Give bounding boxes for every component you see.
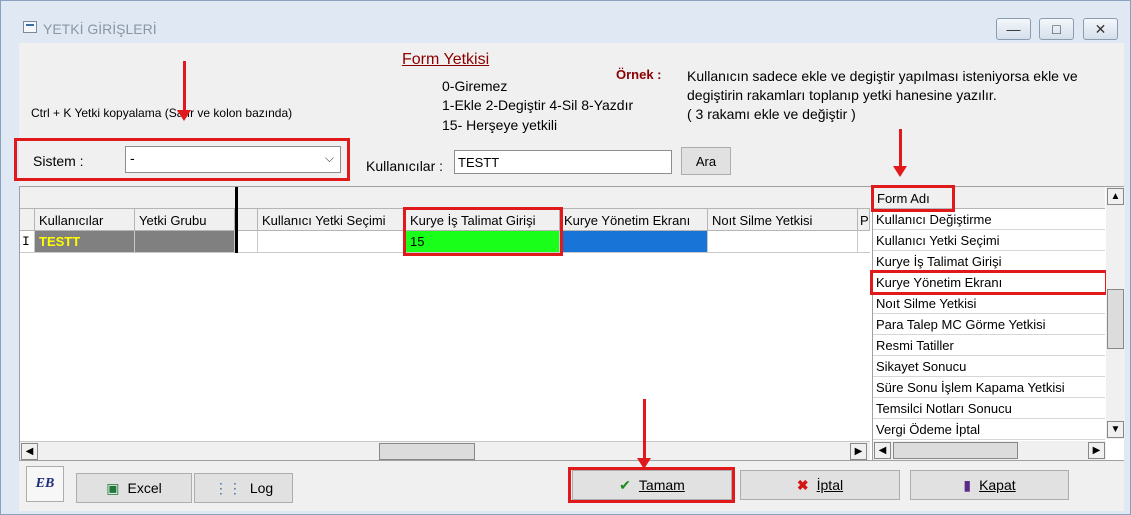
scroll-down-icon[interactable]: ▼ [1107,421,1124,438]
cancel-button[interactable]: ✖ İptal [740,470,900,500]
column-header[interactable]: P [858,209,870,231]
sistem-label: Sistem : [33,153,84,169]
app-icon [23,21,37,33]
scroll-left-icon[interactable]: ◀ [874,442,891,459]
annotation-arrow [177,61,191,121]
kullanicilar-label: Kullanıcılar : [366,158,444,174]
form-client-area: Form Yetkisi 0-Giremez 1-Ekle 2-Degiştir… [14,43,1125,511]
excel-button[interactable]: ▣ Excel [76,473,192,503]
close-window-button[interactable]: ✕ [1083,18,1118,40]
ctrl-k-note: Ctrl + K Yetki kopyalama (Satır ve kolon… [31,106,293,120]
group-cell[interactable] [135,231,235,252]
kapat-button-label: Kapat [979,477,1016,493]
kapat-button[interactable]: ▮ Kapat [910,470,1069,500]
example-text: Kullanıcın sadece ekle ve degiştir yapıl… [687,68,1078,122]
scroll-left-icon[interactable]: ◀ [21,443,38,460]
row-indicator: I [20,231,35,252]
list-item[interactable]: Noıt Silme Yetkisi [873,293,1105,314]
excel-button-label: Excel [127,480,162,496]
minimize-button[interactable]: — [996,18,1031,40]
log-button-label: Log [249,480,274,496]
column-header[interactable]: Kullanıcılar [35,209,135,231]
column-header[interactable]: Noıt Silme Yetkisi [708,209,858,231]
example-label: Örnek : [616,67,662,82]
column-header[interactable] [238,209,258,231]
x-icon: ✖ [796,476,809,493]
ara-button[interactable]: Ara [681,147,731,175]
annotation-arrow [893,129,907,177]
logo-button[interactable]: EB [26,466,64,502]
scroll-up-icon[interactable]: ▲ [1107,188,1124,205]
form-yetkisi-title: Form Yetkisi [402,51,490,68]
column-header[interactable]: Kurye Yönetim Ekranı [560,209,708,231]
grid-group-header [20,187,870,209]
log-icon: ⋮⋮ [213,479,242,496]
permission-cell[interactable] [258,231,406,252]
list-item[interactable]: Süre Sonu İşlem Kapama Yetkisi [873,377,1105,398]
yetki-girisleri-window: YETKİ GİRİŞLERİ — □ ✕ Form Yetkisi 0-Gir… [0,0,1131,515]
row-indicator-header [20,209,35,231]
column-header[interactable]: Kullanıcı Yetki Seçimi [258,209,406,231]
permissions-grid: Kullanıcılar Yetki Grubu Kullanıcı Yetki… [19,185,1125,461]
list-item[interactable]: Kurye İş Talimat Girişi [873,251,1105,272]
list-item[interactable]: Vergi Ödeme İptal [873,419,1105,440]
form-list-panel: Form Adı Kullanıcı Değiştirme Kullanıcı … [870,185,1125,460]
column-header[interactable]: Yetki Grubu [135,209,235,231]
maximize-button[interactable]: □ [1039,18,1074,40]
list-item-highlight-box [870,270,1108,295]
scroll-thumb[interactable] [893,442,1018,459]
kullanicilar-input[interactable]: TESTT [454,150,672,174]
cancel-button-label: İptal [816,477,844,493]
list-item[interactable]: Temsilci Notları Sonucu [873,398,1105,419]
grid-horizontal-scrollbar[interactable]: ◀ ▶ [20,441,870,460]
ok-highlight-box [568,467,735,503]
permission-cell[interactable] [708,231,858,252]
chevron-down-icon: ⌵ [324,151,334,165]
list-item[interactable]: Kullanıcı Değiştirme [873,209,1105,230]
list-item[interactable]: Resmi Tatiller [873,335,1105,356]
log-button[interactable]: ⋮⋮ Log [194,473,293,503]
title-bar: YETKİ GİRİŞLERİ — □ ✕ [1,1,1130,41]
annotation-arrow [637,399,651,469]
blank-cell[interactable] [238,231,258,252]
scroll-thumb[interactable] [379,443,475,460]
sistem-select-value: - [130,150,135,166]
scroll-thumb[interactable] [1107,289,1124,349]
form-list-vertical-scrollbar[interactable]: ▲ ▼ [1106,187,1125,439]
legend-line-1: 0-Giremez [442,78,508,94]
frozen-column-divider [235,187,238,253]
bottom-button-bar: EB ▣ Excel ⋮⋮ Log ✔ Tamam ✖ İptal ▮ Kapa… [19,463,1124,511]
window-title: YETKİ GİRİŞLERİ [43,21,157,37]
user-cell[interactable]: TESTT [35,231,135,252]
list-item[interactable]: Kullanıcı Yetki Seçimi [873,230,1105,251]
legend-line-2: 1-Ekle 2-Degiştir 4-Sil 8-Yazdır [442,97,634,113]
form-list-horizontal-scrollbar[interactable]: ◀ ▶ [873,441,1106,460]
excel-icon: ▣ [106,479,120,496]
legend-line-3: 15- Herşeye yetkili [442,117,558,133]
list-item[interactable]: Para Talep MC Görme Yetkisi [873,314,1105,335]
permission-cell-selected[interactable] [560,231,708,252]
header-highlight-box [871,185,955,212]
door-icon: ▮ [963,476,972,493]
list-item[interactable]: Sikayet Sonucu [873,356,1105,377]
sistem-select[interactable]: - ⌵ [125,146,341,173]
scroll-right-icon[interactable]: ▶ [850,443,867,460]
column-highlight-box [403,207,563,256]
scroll-right-icon[interactable]: ▶ [1088,442,1105,459]
